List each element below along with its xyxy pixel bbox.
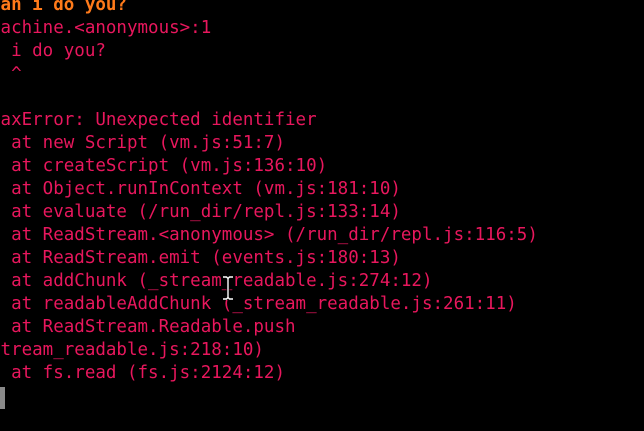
stack-frame-line: at addChunk (_stream_readable.js:274:12) <box>0 271 433 291</box>
stack-frame-line: at ReadStream.emit (events.js:180:13) <box>0 248 401 268</box>
stack-frame-line: at readableAddChunk (_stream_readable.js… <box>0 294 517 314</box>
terminal-line-source-location: machine.<anonymous>:1 <box>0 18 212 38</box>
stack-frame-line: at evaluate (/run_dir/repl.js:133:14) <box>0 202 401 222</box>
text-ibeam-cursor-icon <box>222 276 234 300</box>
terminal-line-source-code: i do you? <box>0 41 106 61</box>
stack-frame-line: at new Script (vm.js:51:7) <box>0 133 286 153</box>
stack-frame-line: at ReadStream.<anonymous> (/run_dir/repl… <box>0 225 538 245</box>
stack-frame-line: at fs.read (fs.js:2124:12) <box>0 363 286 383</box>
stack-frame-line: at ReadStream.Readable.push <box>0 317 296 337</box>
stack-frame-line: at Object.runInContext (vm.js:181:10) <box>0 179 401 199</box>
terminal-output[interactable]: can i do you? machine.<anonymous>:1 i do… <box>0 0 644 431</box>
terminal-cursor <box>0 387 5 409</box>
terminal-line-error-message: taxError: Unexpected identifier <box>0 110 317 130</box>
stack-frame-line-wrapped: stream_readable.js:218:10) <box>0 340 264 360</box>
terminal-line-header: can i do you? <box>0 0 127 15</box>
stack-frame-line: at createScript (vm.js:136:10) <box>0 156 328 176</box>
terminal-line-caret: ^ <box>11 64 22 84</box>
